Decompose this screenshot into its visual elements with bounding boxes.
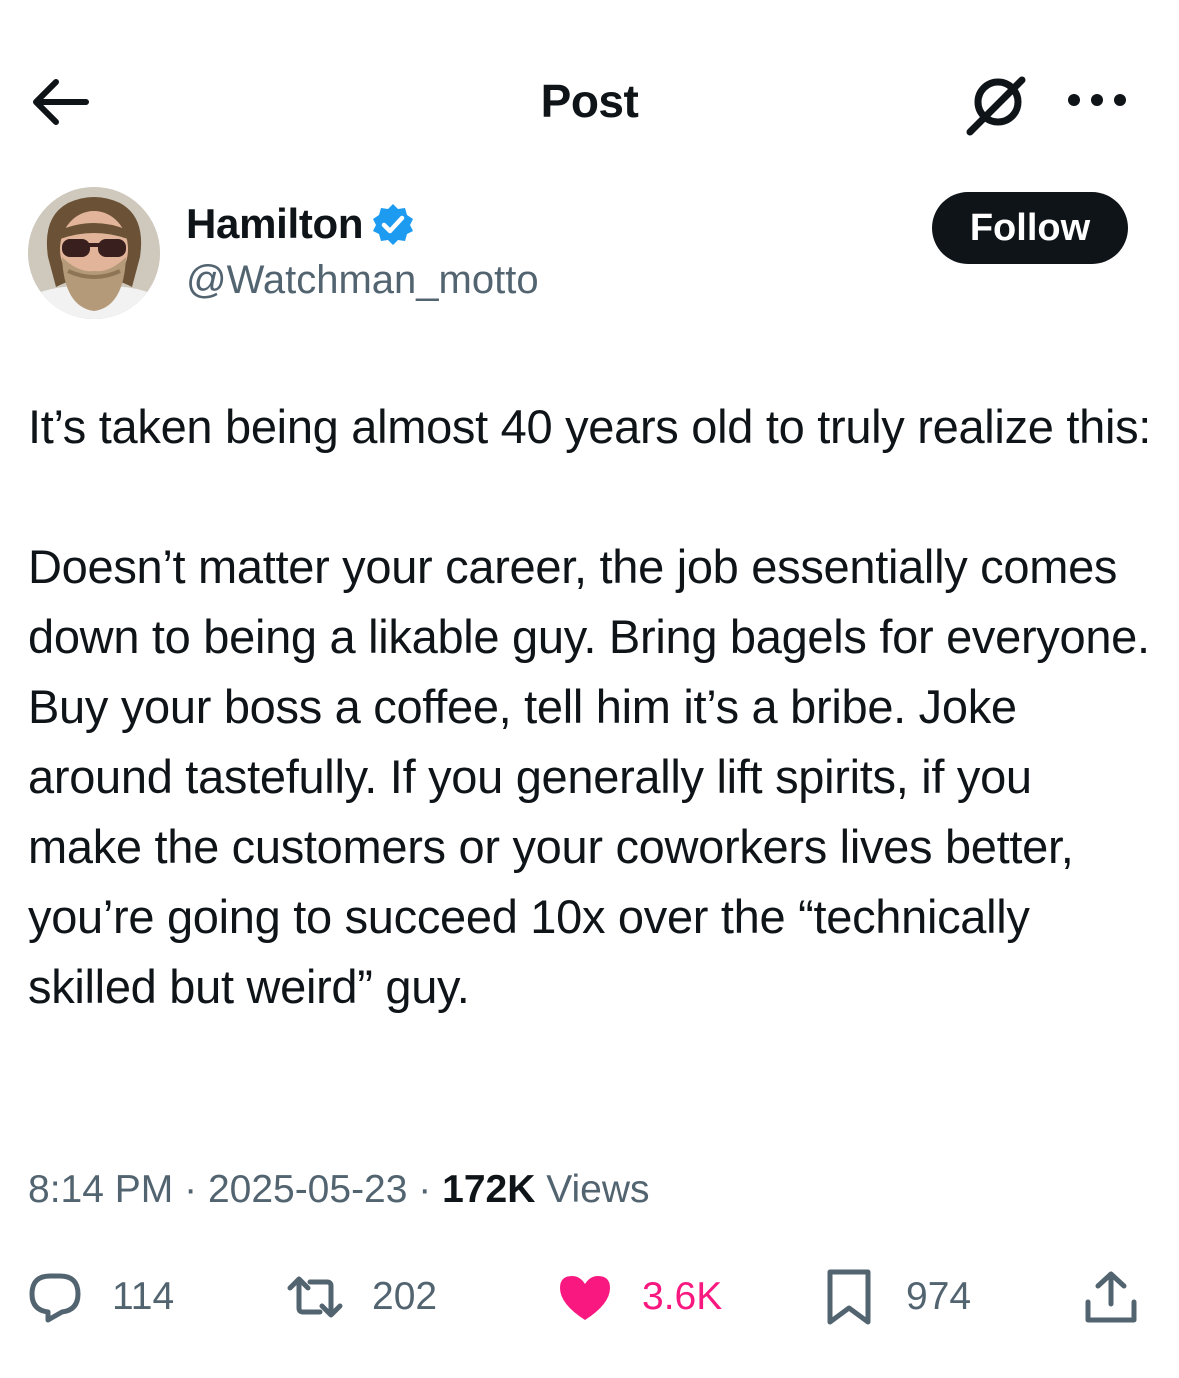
- heart-icon: [560, 1276, 610, 1320]
- verified-badge-icon: [373, 204, 414, 245]
- reply-count: 114: [112, 1275, 175, 1318]
- grok-icon: [966, 76, 1026, 136]
- post-meta: 8:14 PM · 2025-05-23 · 172K Views: [28, 1168, 650, 1212]
- author-handle[interactable]: @Watchman_motto: [186, 258, 539, 303]
- top-bar: Post: [0, 0, 1179, 200]
- post-date[interactable]: 2025-05-23: [208, 1168, 408, 1211]
- post-time[interactable]: 8:14 PM: [28, 1168, 173, 1211]
- author-name-row[interactable]: Hamilton: [186, 200, 415, 248]
- meta-separator: ·: [418, 1168, 432, 1211]
- views-label: Views: [546, 1168, 650, 1211]
- reply-button[interactable]: 114: [26, 1262, 174, 1332]
- more-options-button[interactable]: [1062, 80, 1132, 120]
- bookmark-count: 974: [906, 1275, 972, 1318]
- action-bar: 114 202 3.6K 974: [0, 1262, 1179, 1332]
- post-paragraph: It’s taken being almost 40 years old to …: [28, 400, 1152, 453]
- avatar-image: [28, 187, 160, 319]
- like-button[interactable]: 3.6K: [556, 1262, 722, 1332]
- repost-count: 202: [372, 1275, 438, 1318]
- bookmark-icon: [827, 1269, 871, 1325]
- bookmark-button[interactable]: 974: [820, 1262, 971, 1332]
- like-count: 3.6K: [642, 1275, 723, 1318]
- grok-button[interactable]: [962, 72, 1028, 138]
- more-horizontal-icon: [1068, 94, 1126, 106]
- views-count: 172K: [442, 1168, 536, 1211]
- author-name[interactable]: Hamilton: [186, 200, 364, 248]
- repost-icon: [287, 1276, 343, 1318]
- repost-button[interactable]: 202: [286, 1262, 437, 1332]
- share-button[interactable]: [1082, 1262, 1140, 1332]
- avatar[interactable]: [28, 187, 160, 319]
- post-paragraph: Doesn’t matter your career, the job esse…: [28, 540, 1150, 1013]
- post-text: It’s taken being almost 40 years old to …: [28, 392, 1158, 1022]
- meta-separator: ·: [184, 1168, 198, 1211]
- reply-icon: [29, 1273, 81, 1323]
- follow-button[interactable]: Follow: [932, 192, 1128, 264]
- share-icon: [1085, 1271, 1137, 1323]
